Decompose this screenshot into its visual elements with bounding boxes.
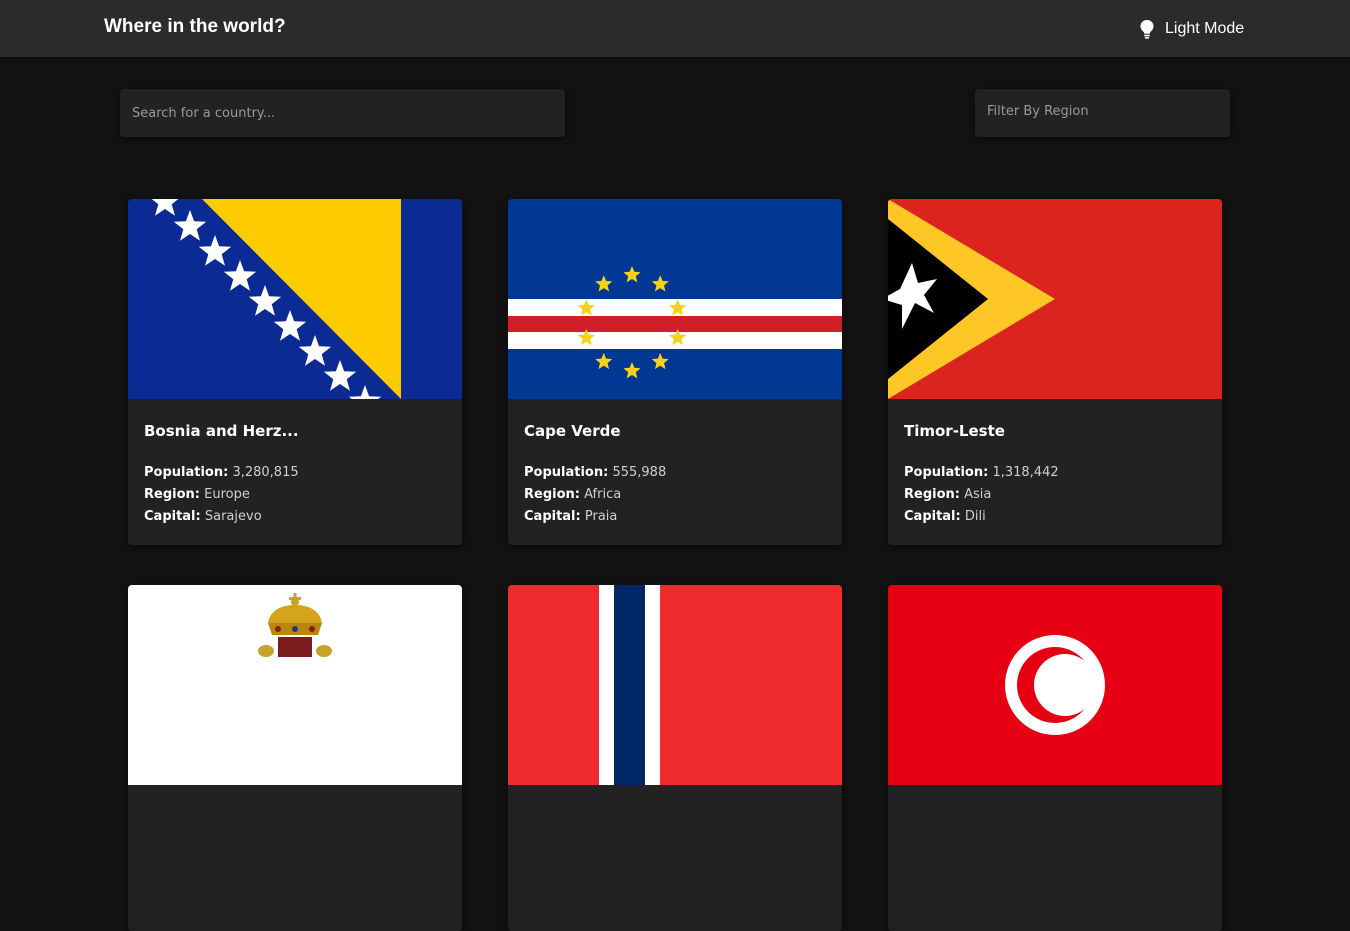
- population-info: Population: 555,988: [524, 465, 667, 480]
- region-info: Region: Europe: [144, 487, 250, 502]
- country-card[interactable]: [888, 585, 1222, 931]
- country-name: Bosnia and Herz...: [144, 422, 299, 440]
- population-info: Population: 1,318,442: [904, 465, 1059, 480]
- region-info: Region: Africa: [524, 487, 622, 502]
- vatican-like-flag: [128, 585, 462, 785]
- country-card[interactable]: [128, 585, 462, 931]
- country-card[interactable]: [508, 585, 842, 931]
- country-card[interactable]: Timor-Leste Population: 1,318,442 Region…: [888, 199, 1222, 545]
- bosnia-flag: [128, 199, 462, 399]
- search-container: [120, 89, 565, 137]
- country-card[interactable]: Cape Verde Population: 555,988 Region: A…: [508, 199, 842, 545]
- capital-info: Capital: Praia: [524, 509, 618, 524]
- theme-toggle-label: Light Mode: [1165, 20, 1245, 37]
- timor-leste-flag: [888, 199, 1222, 399]
- capital-info: Capital: Sarajevo: [144, 509, 262, 524]
- country-name: Cape Verde: [524, 422, 621, 440]
- tunisia-flag: [888, 585, 1222, 785]
- top-header: Where in the world? Light Mode: [0, 0, 1350, 57]
- region-info: Region: Asia: [904, 487, 992, 502]
- theme-toggle-button[interactable]: Light Mode: [1139, 18, 1244, 40]
- capital-info: Capital: Dili: [904, 509, 986, 524]
- cape-verde-flag: [508, 199, 842, 399]
- lightbulb-icon: [1139, 19, 1155, 39]
- region-filter-label: Filter By Region: [987, 104, 1089, 119]
- country-card[interactable]: Bosnia and Herz... Population: 3,280,815…: [128, 199, 462, 545]
- search-input[interactable]: [120, 89, 565, 137]
- region-filter-dropdown[interactable]: Filter By Region: [975, 89, 1230, 137]
- app-title: Where in the world?: [104, 16, 286, 37]
- country-name: Timor-Leste: [904, 422, 1005, 440]
- norway-flag: [508, 585, 842, 785]
- population-info: Population: 3,280,815: [144, 465, 299, 480]
